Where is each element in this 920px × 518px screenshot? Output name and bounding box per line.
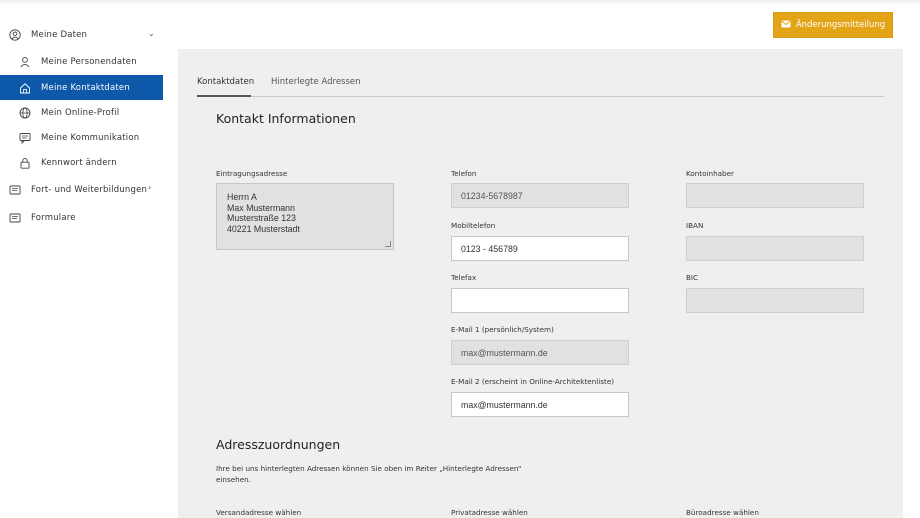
lock-icon bbox=[18, 156, 31, 169]
email1-field[interactable]: max@mustermann.de bbox=[451, 340, 629, 365]
top-shadow bbox=[0, 0, 920, 5]
change-notification-button[interactable]: Änderungsmitteilung bbox=[773, 12, 893, 38]
address-line: 40221 Musterstadt bbox=[227, 223, 300, 234]
assign-description: Ihre bei uns hinterlegten Adressen könne… bbox=[216, 463, 636, 485]
telefax-label: Telefax bbox=[451, 273, 477, 282]
buero-label: Büroadresse wählen bbox=[686, 508, 759, 517]
book-icon bbox=[8, 183, 21, 196]
assign-description-line: einsehen. bbox=[216, 475, 251, 484]
address-line: Herrn A bbox=[227, 192, 257, 202]
bic-label: BIC bbox=[686, 273, 699, 282]
tab-kontaktdaten[interactable]: Kontaktdaten bbox=[197, 77, 254, 87]
sidebar-item-kommunikation[interactable]: Meine Kommunikation bbox=[18, 131, 168, 144]
user-circle-icon bbox=[8, 28, 21, 41]
form-icon bbox=[8, 211, 21, 224]
main-content: Kontaktdaten Hinterlegte Adressen Kontak… bbox=[178, 49, 903, 518]
person-icon bbox=[18, 55, 31, 68]
sidebar-group-label: Formulare bbox=[31, 212, 76, 223]
email2-field[interactable]: max@mustermann.de bbox=[451, 392, 629, 417]
sidebar-group-fortbildungen[interactable]: Fort- und Weiterbildungen › bbox=[8, 183, 168, 196]
section-title-contact: Kontakt Informationen bbox=[216, 111, 356, 126]
sidebar-group-formulare[interactable]: Formulare bbox=[8, 211, 168, 224]
globe-icon bbox=[18, 106, 31, 119]
versand-label: Versandadresse wählen bbox=[216, 508, 302, 517]
email2-label: E-Mail 2 (erscheint in Online-Architekte… bbox=[451, 377, 615, 386]
sidebar-item-personendaten[interactable]: Meine Personendaten bbox=[18, 55, 168, 68]
sidebar-item-label: Meine Personendaten bbox=[41, 56, 137, 67]
resize-handle-icon[interactable] bbox=[385, 241, 391, 247]
address-label: Eintragungsadresse bbox=[216, 169, 288, 178]
envelope-icon bbox=[780, 19, 791, 31]
assign-description-line: Ihre bei uns hinterlegten Adressen könne… bbox=[216, 464, 522, 473]
chevron-down-icon: ⌄ bbox=[148, 29, 155, 38]
address-line: Musterstraße 123 bbox=[227, 213, 296, 223]
sidebar-item-label: Mein Online-Profil bbox=[41, 107, 120, 118]
change-notification-label: Änderungsmitteilung bbox=[795, 20, 886, 30]
address-line: Max Mustermann bbox=[227, 202, 295, 213]
iban-label: IBAN bbox=[686, 221, 704, 230]
home-icon bbox=[18, 81, 31, 94]
privat-label: Privatadresse wählen bbox=[451, 508, 528, 517]
sidebar-section-label: Meine Daten bbox=[31, 29, 88, 40]
email1-label: E-Mail 1 (persönlich/System) bbox=[451, 325, 554, 334]
mobil-field[interactable]: 0123 - 456789 bbox=[451, 236, 629, 261]
kontoinhaber-field[interactable] bbox=[686, 183, 864, 208]
sidebar-group-label: Fort- und Weiterbildungen bbox=[31, 184, 148, 195]
sidebar-item-kontaktdaten[interactable]: Meine Kontaktdaten bbox=[0, 75, 163, 100]
telefon-field[interactable]: 01234-5678987 bbox=[451, 183, 629, 208]
address-textarea[interactable]: Herrn A Max Mustermann Musterstraße 123 … bbox=[216, 183, 394, 250]
tab-bar: Kontaktdaten Hinterlegte Adressen bbox=[197, 75, 884, 97]
bic-field[interactable] bbox=[686, 288, 864, 313]
sidebar-item-online-profil[interactable]: Mein Online-Profil bbox=[18, 106, 168, 119]
chat-icon bbox=[18, 131, 31, 144]
kontoinhaber-label: Kontoinhaber bbox=[686, 169, 734, 178]
chevron-right-icon: › bbox=[148, 183, 152, 192]
sidebar-item-label: Meine Kommunikation bbox=[41, 132, 140, 143]
sidebar-item-label: Kennwort ändern bbox=[41, 157, 117, 168]
iban-field[interactable] bbox=[686, 236, 864, 261]
telefon-label: Telefon bbox=[451, 169, 477, 178]
sidebar-section-meine-daten[interactable]: Meine Daten ⌄ bbox=[8, 28, 168, 41]
telefax-field[interactable] bbox=[451, 288, 629, 313]
section-title-assign: Adresszuordnungen bbox=[216, 437, 341, 452]
mobil-label: Mobiltelefon bbox=[451, 221, 496, 230]
tab-hinterlegte-adressen[interactable]: Hinterlegte Adressen bbox=[271, 77, 361, 87]
tab-active-indicator bbox=[197, 95, 251, 97]
sidebar-item-label: Meine Kontaktdaten bbox=[41, 82, 130, 93]
sidebar-item-kennwort[interactable]: Kennwort ändern bbox=[18, 156, 168, 169]
